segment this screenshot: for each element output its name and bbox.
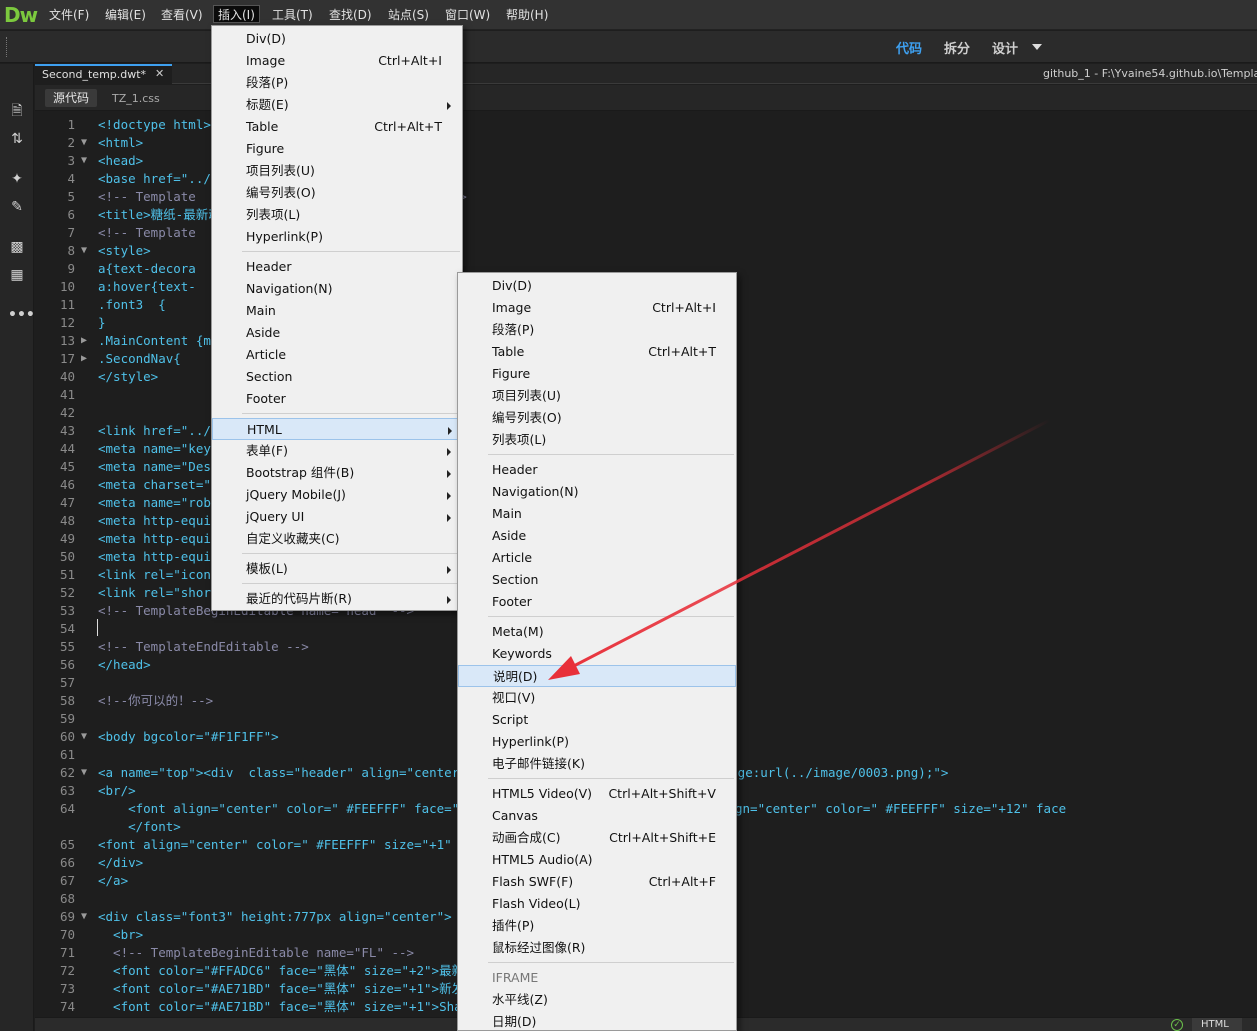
arrow-shaft xyxy=(565,418,1051,672)
annotation-arrow xyxy=(548,418,1051,680)
arrow-head xyxy=(548,656,580,680)
